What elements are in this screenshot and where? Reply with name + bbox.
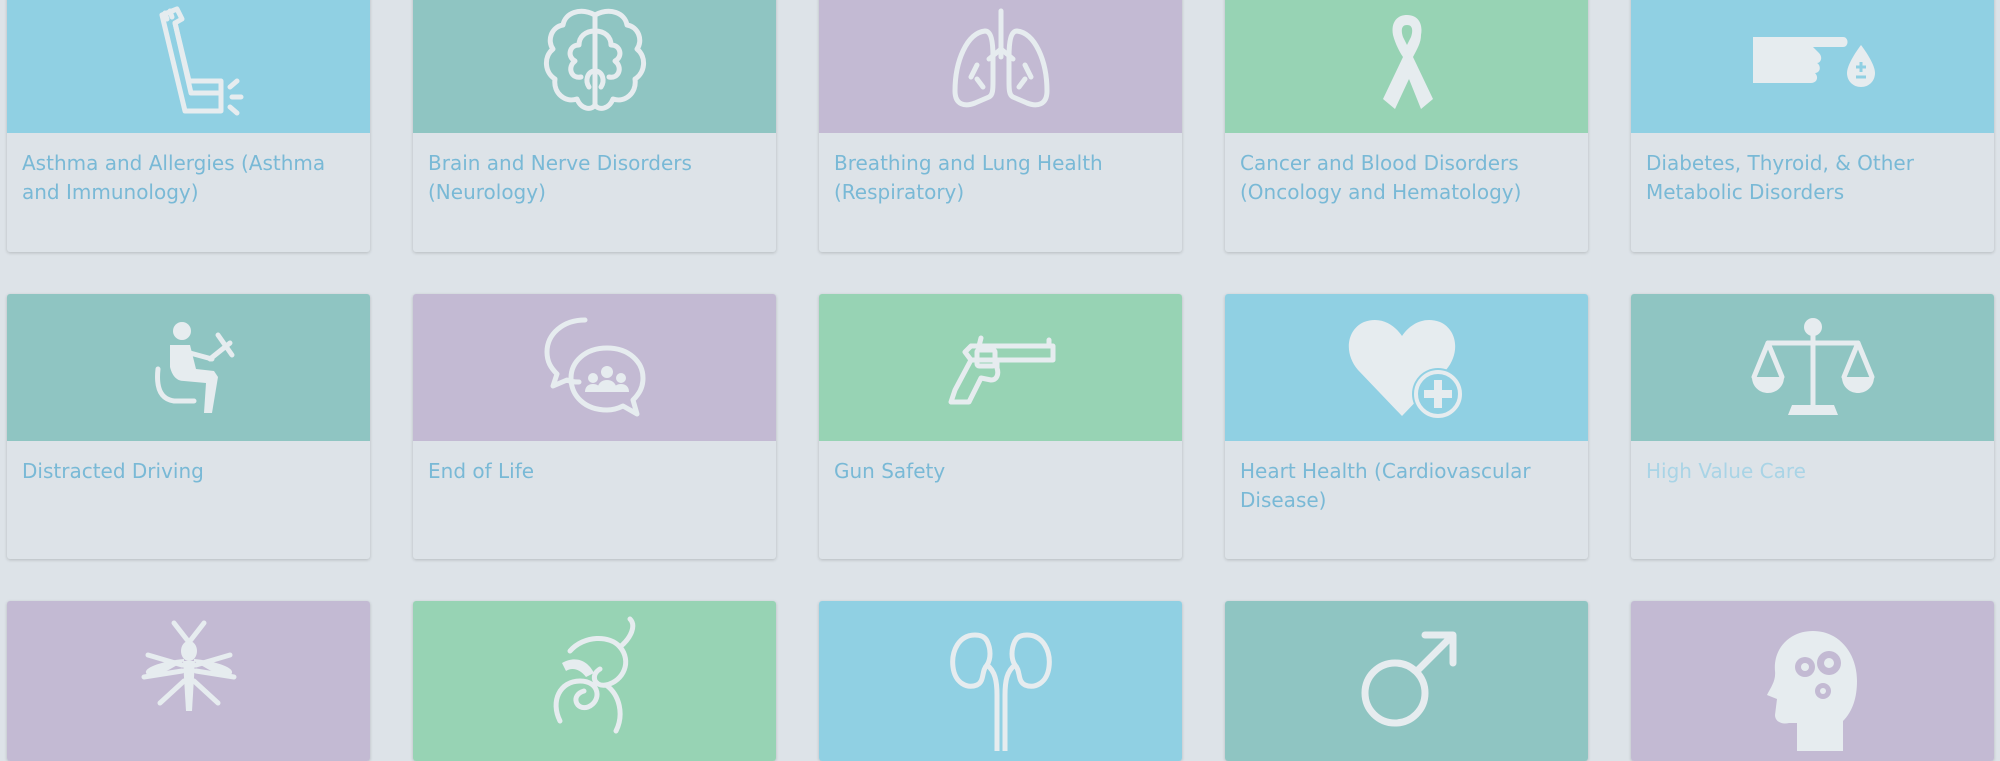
card-label: Heart Health (Cardiovascular Disease) [1240,459,1531,512]
topic-card-high-value-care[interactable]: High Value Care [1631,294,1994,559]
card-tile [1631,0,1994,133]
mosquito-icon [141,620,236,711]
topic-grid: Asthma and Allergies (Asthma and Immunol… [0,0,2000,761]
scales-icon [1751,317,1874,415]
card-tile [819,601,1182,761]
card-tile [413,0,776,133]
card-label: Asthma and Allergies (Asthma and Immunol… [22,151,326,204]
topic-card-distracted-driving[interactable]: Distracted Driving [7,294,370,559]
heart-plus-icon [1348,319,1464,420]
topic-card-brain[interactable]: Brain and Nerve Disorders (Neurology) [413,0,776,252]
card-tile [1631,601,1994,761]
topic-card-cancer[interactable]: Cancer and Blood Disorders (Oncology and… [1225,0,1588,252]
card-label: Distracted Driving [22,459,204,483]
inhaler-icon [159,6,243,115]
brain-icon [543,8,646,111]
card-tile [1225,601,1588,761]
card-label: Cancer and Blood Disorders (Oncology and… [1240,151,1522,204]
head-gears-icon [1766,631,1857,751]
card-label: Gun Safety [834,459,946,483]
card-tile [7,601,370,761]
card-tile [1631,294,1994,441]
topic-card-end-of-life[interactable]: End of Life [413,294,776,559]
topic-card-row3-1[interactable] [7,601,370,761]
topic-card-row3-4[interactable] [1225,601,1588,761]
finger-prick-icon [1752,36,1875,87]
topic-card-row3-5[interactable] [1631,601,1994,761]
topic-card-diabetes[interactable]: Diabetes, Thyroid, & Other Metabolic Dis… [1631,0,1994,252]
topic-card-row3-2[interactable] [413,601,776,761]
card-tile [1225,294,1588,441]
card-label: End of Life [428,459,535,483]
revolver-icon [948,335,1055,404]
texting-driver-icon [154,321,234,413]
card-tile [413,294,776,441]
card-tile [819,0,1182,133]
lungs-icon [952,8,1049,107]
card-tile [413,601,776,761]
card-label: Brain and Nerve Disorders (Neurology) [428,151,692,204]
topic-card-heart-health[interactable]: Heart Health (Cardiovascular Disease) [1225,294,1588,559]
male-symbol-icon [1361,631,1456,727]
conversation-icon [544,317,645,416]
topic-card-gun-safety[interactable]: Gun Safety [819,294,1182,559]
card-tile [819,294,1182,441]
topic-card-row3-3[interactable] [819,601,1182,761]
card-label: High Value Care [1646,459,1806,483]
card-tile [7,0,370,133]
kidneys-icon [949,632,1052,751]
card-tile [1225,0,1588,133]
intestine-icon [553,616,635,734]
card-label: Breathing and Lung Health (Respiratory) [834,151,1103,204]
ribbon-icon [1382,14,1433,109]
card-tile [7,294,370,441]
topic-card-lungs[interactable]: Breathing and Lung Health (Respiratory) [819,0,1182,252]
card-label: Diabetes, Thyroid, & Other Metabolic Dis… [1646,151,1914,204]
topic-card-asthma[interactable]: Asthma and Allergies (Asthma and Immunol… [7,0,370,252]
